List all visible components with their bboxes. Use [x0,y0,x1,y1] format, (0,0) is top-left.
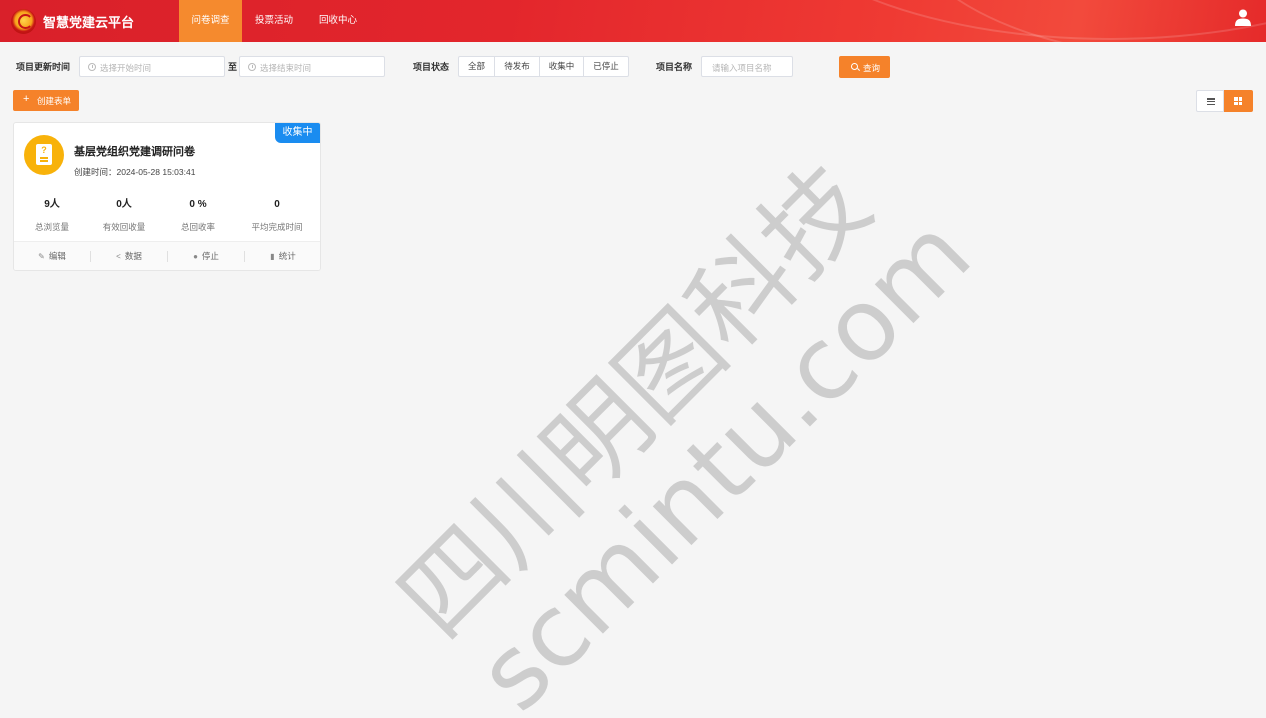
update-time-label: 项目更新时间 [16,62,71,72]
bar-chart-icon: ▮ [270,252,275,261]
card-title[interactable]: 基层党组织党建调研问卷 [74,143,195,159]
start-date-input[interactable]: 选择开始时间 [79,56,225,77]
data-button[interactable]: < 数据 [91,242,167,270]
stat-views: 9人 总浏览量 [14,198,90,233]
nav-item-vote[interactable]: 投票活动 [242,0,306,42]
search-button-label: 查询 [863,63,881,73]
card-stats: 9人 总浏览量 0人 有效回收量 0 % 总回收率 0 平均完成时间 [14,198,320,238]
create-form-button[interactable]: + 创建表单 [13,90,79,111]
stop-button[interactable]: ● 停止 [168,242,244,270]
stat-label: 有效回收量 [102,222,146,232]
edit-icon: ✎ [38,252,45,261]
main-nav: 问卷调查 投票活动 回收中心 [179,0,370,42]
stat-value: 0 [274,199,280,210]
edit-label: 编辑 [48,251,66,261]
end-date-placeholder: 选择结束时间 [260,63,312,73]
nav-item-survey[interactable]: 问卷调查 [179,0,242,42]
stat-value: 0 % [189,199,207,210]
stats-label: 统计 [278,251,296,261]
status-option-collecting[interactable]: 收集中 [540,57,584,76]
nav-item-recycle[interactable]: 回收中心 [306,0,370,42]
stop-icon: ● [193,252,198,261]
party-emblem-logo [11,9,36,34]
search-button[interactable]: 查询 [839,56,890,78]
status-label: 项目状态 [413,62,450,72]
stat-valid-responses: 0人 有效回收量 [86,198,162,233]
stat-label: 总浏览量 [34,222,69,232]
app-title: 智慧党建云平台 [43,15,135,30]
questionnaire-icon: ? [24,135,64,175]
grid-view-toggle[interactable] [1224,90,1253,112]
user-icon[interactable] [1235,9,1251,26]
stat-value: 9人 [44,199,60,210]
survey-card[interactable]: 收集中 ? 基层党组织党建调研问卷 创建时间：2024-05-28 15:03:… [13,122,321,271]
create-form-label: 创建表单 [37,96,72,106]
top-header: 智慧党建云平台 问卷调查 投票活动 回收中心 [0,0,1266,42]
list-icon [1207,98,1215,106]
stat-response-rate: 0 % 总回收率 [160,198,236,233]
clock-icon [88,63,96,71]
status-option-stopped[interactable]: 已停止 [584,57,628,76]
name-label: 项目名称 [656,62,693,72]
watermark-domain: scmintu.com [455,194,993,718]
card-created-time: 创建时间：2024-05-28 15:03:41 [74,167,196,177]
grid-icon [1234,97,1242,105]
project-name-input[interactable]: 请输入项目名称 [701,56,793,77]
stat-label: 平均完成时间 [251,222,303,232]
watermark-company: 四川明图科技 [376,143,894,661]
project-name-placeholder: 请输入项目名称 [712,63,772,73]
start-date-placeholder: 选择开始时间 [100,63,152,73]
range-separator: 至 [228,62,238,72]
status-segmented-control: 全部 待发布 收集中 已停止 [458,56,629,77]
status-option-pending[interactable]: 待发布 [495,57,540,76]
stop-label: 停止 [201,251,219,261]
search-icon [851,63,858,70]
share-icon: < [116,252,121,261]
plus-icon: + [23,93,30,105]
filter-bar: 项目更新时间 选择开始时间 至 选择结束时间 项目状态 全部 待发布 收集中 已… [0,56,1266,78]
status-badge: 收集中 [275,123,320,143]
edit-button[interactable]: ✎ 编辑 [14,242,90,270]
data-label: 数据 [124,251,142,261]
stat-label: 总回收率 [180,222,215,232]
stats-button[interactable]: ▮ 统计 [245,242,320,270]
status-option-all[interactable]: 全部 [459,57,495,76]
end-date-input[interactable]: 选择结束时间 [239,56,385,77]
stat-value: 0人 [116,199,132,210]
clock-icon [248,63,256,71]
card-actions: ✎ 编辑 < 数据 ● 停止 ▮ 统计 [14,241,320,270]
list-view-toggle[interactable] [1196,90,1224,112]
stat-avg-time: 0 平均完成时间 [239,198,315,233]
